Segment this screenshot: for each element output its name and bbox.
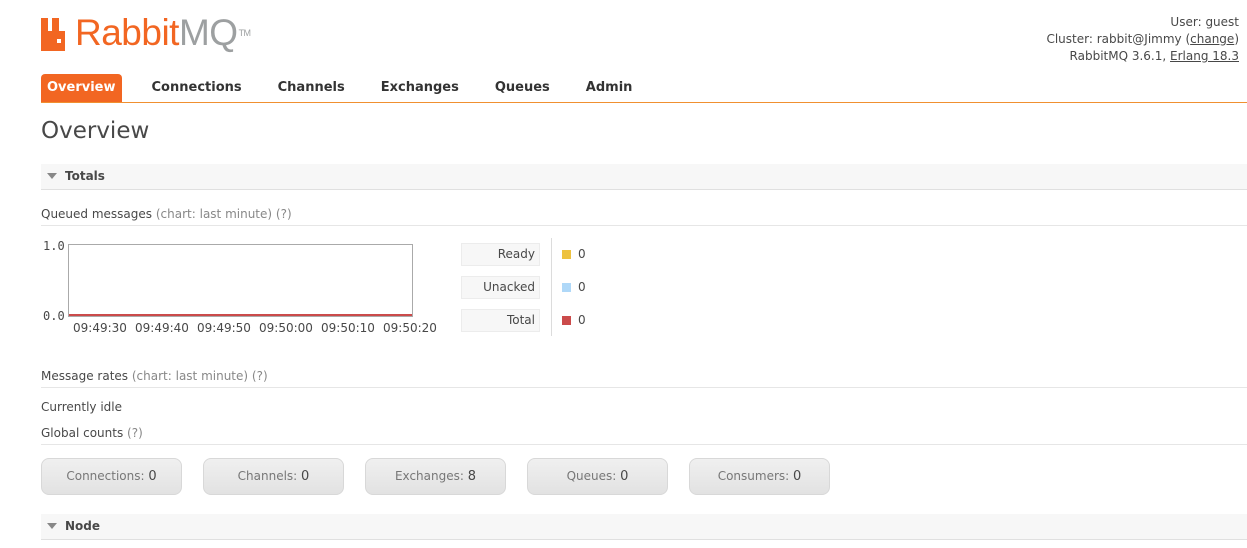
x-tick-label: 09:49:50 <box>197 321 251 335</box>
queued-help-link[interactable]: (?) <box>276 207 292 221</box>
tab-exchanges[interactable]: Exchanges <box>363 74 477 102</box>
page-title: Overview <box>41 118 150 144</box>
queued-chart-range-link[interactable]: (chart: last minute) <box>156 207 272 221</box>
rabbitmq-version: RabbitMQ 3.6.1, <box>1069 49 1167 63</box>
rates-help-link[interactable]: (?) <box>252 369 268 383</box>
totals-section-toggle[interactable]: Totals <box>41 164 1247 190</box>
x-tick-label: 09:49:40 <box>135 321 189 335</box>
queues-count-button[interactable]: Queues: 0 <box>527 458 668 495</box>
legend-label-ready: Ready <box>461 243 540 266</box>
legend-label-total: Total <box>461 309 540 332</box>
tab-queues[interactable]: Queues <box>477 74 568 102</box>
erlang-version-link[interactable]: Erlang 18.3 <box>1170 49 1239 63</box>
collapse-triangle-icon <box>47 173 57 179</box>
main-tabs: Overview Connections Channels Exchanges … <box>41 74 1247 103</box>
connections-count-button[interactable]: Connections: 0 <box>41 458 182 495</box>
cluster-line: Cluster: rabbit@Jimmy (change) <box>1046 32 1239 46</box>
count-label: Connections: <box>66 469 145 483</box>
count-label: Queues: <box>566 469 617 483</box>
logo-wordmark: RabbitMQTM <box>75 12 251 53</box>
tab-channels[interactable]: Channels <box>260 74 363 102</box>
legend-divider <box>551 238 552 336</box>
tab-admin[interactable]: Admin <box>568 74 651 102</box>
count-value: 0 <box>793 469 802 484</box>
node-title: Node <box>65 519 101 533</box>
rabbitmq-logo-icon <box>41 18 65 51</box>
user-name: guest <box>1205 15 1239 29</box>
collapse-triangle-icon <box>47 523 57 529</box>
legend-label-unacked: Unacked <box>461 276 540 299</box>
change-cluster-link[interactable]: change <box>1190 32 1234 46</box>
tab-connections[interactable]: Connections <box>134 74 260 102</box>
legend-value-ready: 0 <box>578 247 586 261</box>
message-rates-label: Message rates <box>41 369 129 383</box>
legend-swatch-ready[interactable] <box>562 250 571 259</box>
rabbitmq-logo[interactable]: RabbitMQTM <box>41 12 251 53</box>
count-label: Consumers: <box>717 469 790 483</box>
queued-messages-label: Queued messages <box>41 207 153 221</box>
legend-swatch-total[interactable] <box>562 316 571 325</box>
legend-swatch-unacked[interactable] <box>562 283 571 292</box>
user-line: User: guest <box>1170 15 1239 29</box>
login-info: User: guest Cluster: rabbit@Jimmy (chang… <box>1046 14 1239 65</box>
x-tick-label: 09:50:10 <box>321 321 375 335</box>
message-rates-header: Message rates (chart: last minute) (?) <box>41 369 1247 388</box>
chart-plot <box>69 314 412 316</box>
x-tick-label: 09:50:20 <box>383 321 437 335</box>
channels-count-button[interactable]: Channels: 0 <box>203 458 344 495</box>
idle-status: Currently idle <box>41 400 122 414</box>
node-section-toggle[interactable]: Node <box>41 514 1247 540</box>
queued-messages-header: Queued messages (chart: last minute) (?) <box>41 207 1247 226</box>
version-line: RabbitMQ 3.6.1, Erlang 18.3 <box>1046 48 1239 65</box>
count-value: 0 <box>301 469 310 484</box>
exchanges-count-button[interactable]: Exchanges: 8 <box>365 458 506 495</box>
x-axis: 09:49:30 09:49:40 09:49:50 09:50:00 09:50:10… <box>0 321 460 337</box>
count-label: Exchanges: <box>394 469 464 483</box>
legend-value-unacked: 0 <box>578 280 586 294</box>
count-value: 0 <box>148 469 157 484</box>
consumers-count-button[interactable]: Consumers: 0 <box>689 458 830 495</box>
global-help-link[interactable]: (?) <box>127 426 143 440</box>
tab-overview[interactable]: Overview <box>41 74 122 102</box>
count-value: 0 <box>620 469 629 484</box>
count-label: Channels: <box>237 469 298 483</box>
x-tick-label: 09:49:30 <box>73 321 127 335</box>
queued-messages-chart <box>68 244 413 317</box>
cluster-name: rabbit@Jimmy <box>1096 32 1182 46</box>
totals-title: Totals <box>65 169 105 183</box>
y-tick-label: 1.0 <box>43 239 65 253</box>
x-tick-label: 09:50:00 <box>259 321 313 335</box>
global-counts-label: Global counts <box>41 426 124 440</box>
global-counts-header: Global counts (?) <box>41 426 1247 445</box>
rates-chart-range-link[interactable]: (chart: last minute) <box>132 369 248 383</box>
count-value: 8 <box>467 469 477 484</box>
legend-value-total: 0 <box>578 313 586 327</box>
